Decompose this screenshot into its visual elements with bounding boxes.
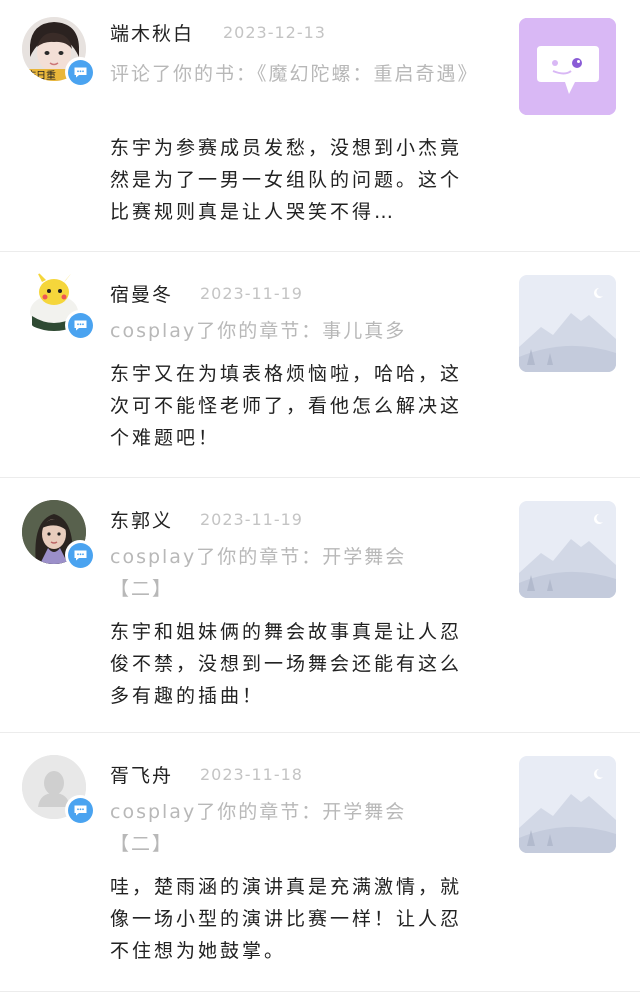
user-name[interactable]: 端木秋白	[110, 19, 194, 46]
comment-content: 哇，楚雨涵的演讲真是充满激情，就像一场小型的演讲比赛一样！让人忍不住想为她鼓掌。	[110, 876, 463, 962]
chapter-thumbnail[interactable]	[519, 501, 616, 598]
svg-text:昨日重: 昨日重	[26, 69, 56, 81]
placeholder-mountain-icon	[519, 501, 616, 598]
comment-content: 东宇为参赛成员发愁，没想到小杰竟然是为了一男一女组队的问题。这个比赛规则真是让人…	[110, 137, 463, 223]
notification-item[interactable]: 昨日重 端木秋白 2023-12-13 评论了你的书：《魔幻陀螺：重启奇遇》 东…	[0, 0, 640, 252]
timestamp: 2023-11-19	[200, 510, 303, 529]
notification-item[interactable]: 宿曼冬 2023-11-19 cosplay了你的章节：事儿真多 东宇又在为填表…	[0, 252, 640, 478]
comment-badge-icon	[65, 57, 95, 87]
comment-content: 东宇和姐妹俩的舞会故事真是让人忍俊不禁，没想到一场舞会还能有这么多有趣的插曲！	[110, 621, 463, 707]
comment-badge-icon	[65, 795, 95, 825]
action-text[interactable]: 评论了你的书：《魔幻陀螺：重启奇遇》	[110, 58, 480, 90]
user-name[interactable]: 东郭义	[110, 506, 173, 533]
chat-bubble-icon	[519, 18, 616, 115]
chapter-thumbnail[interactable]	[519, 756, 616, 853]
comment-content: 东宇又在为填表格烦恼啦，哈哈，这次可不能怪老师了，看他怎么解决这个难题吧！	[110, 363, 463, 449]
chapter-thumbnail[interactable]	[519, 275, 616, 372]
action-text[interactable]: cosplay了你的章节：开学舞会 【二】	[110, 541, 480, 605]
placeholder-mountain-icon	[519, 275, 616, 372]
placeholder-mountain-icon	[519, 756, 616, 853]
user-name[interactable]: 胥飞舟	[110, 761, 173, 788]
action-text[interactable]: cosplay了你的章节：开学舞会 【二】	[110, 796, 480, 860]
timestamp: 2023-11-18	[200, 765, 303, 784]
notification-item[interactable]: 胥飞舟 2023-11-18 cosplay了你的章节：开学舞会 【二】 哇，楚…	[0, 733, 640, 992]
timestamp: 2023-11-19	[200, 284, 303, 303]
book-cover-thumbnail[interactable]	[519, 18, 616, 115]
comment-badge-icon	[65, 540, 95, 570]
timestamp: 2023-12-13	[223, 23, 326, 42]
comment-badge-icon	[65, 310, 95, 340]
user-name[interactable]: 宿曼冬	[110, 280, 173, 307]
notification-item[interactable]: 东郭义 2023-11-19 cosplay了你的章节：开学舞会 【二】 东宇和…	[0, 478, 640, 733]
action-text[interactable]: cosplay了你的章节：事儿真多	[110, 315, 480, 347]
